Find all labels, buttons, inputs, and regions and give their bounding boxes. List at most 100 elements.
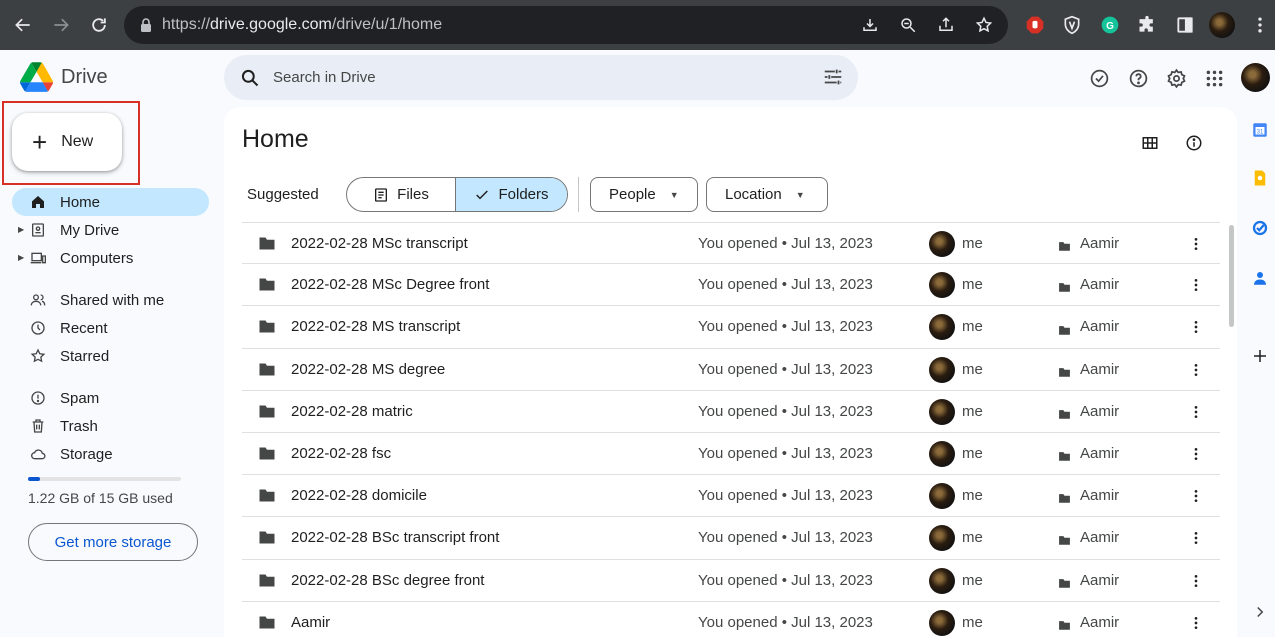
details-info-icon[interactable] — [1178, 127, 1210, 159]
table-row[interactable]: 2022-02-28 matric You opened • Jul 13, 20… — [242, 391, 1220, 433]
sidebar-item-computers[interactable]: ▶ Computers — [12, 244, 209, 272]
help-icon[interactable] — [1122, 62, 1154, 94]
location-name: Aamir — [1080, 445, 1120, 463]
contacts-app-icon[interactable] — [1244, 262, 1275, 294]
expand-panel-chevron-icon[interactable] — [1244, 596, 1275, 628]
offline-ready-icon[interactable] — [1083, 62, 1115, 94]
sidebar-item-shared-with-me[interactable]: Shared with me — [12, 286, 209, 314]
folder-icon — [258, 488, 276, 503]
people-filter-label: People — [609, 186, 656, 203]
folder-name: 2022-02-28 fsc — [291, 445, 392, 463]
location-name: Aamir — [1080, 402, 1120, 420]
svg-text:31: 31 — [1257, 129, 1264, 135]
location-filter-label: Location — [725, 186, 782, 203]
reload-icon[interactable] — [80, 0, 117, 50]
browser-menu-icon[interactable] — [1241, 0, 1275, 50]
grid-view-icon[interactable] — [1134, 127, 1166, 159]
share-icon[interactable] — [930, 9, 962, 41]
sidebar-item-trash[interactable]: Trash — [12, 412, 209, 440]
more-actions-icon[interactable] — [1186, 570, 1206, 592]
expand-caret-icon[interactable]: ▶ — [18, 253, 24, 262]
owner-name: me — [962, 529, 983, 547]
install-app-icon[interactable] — [854, 9, 886, 41]
folder-name: 2022-02-28 matric — [291, 402, 413, 420]
folder-name: 2022-02-28 MS transcript — [291, 318, 461, 336]
side-panel-icon[interactable] — [1166, 0, 1203, 50]
location-name: Aamir — [1080, 360, 1120, 378]
sidebar-item-spam[interactable]: Spam — [12, 384, 209, 412]
table-row[interactable]: 2022-02-28 MS degree You opened • Jul 13,… — [242, 349, 1220, 391]
extensions-puzzle-icon[interactable] — [1128, 0, 1165, 50]
table-row[interactable]: 2022-02-28 fsc You opened • Jul 13, 2023 m… — [242, 433, 1220, 476]
bookmark-star-icon[interactable] — [968, 9, 1000, 41]
people-filter-chip[interactable]: People ▼ — [590, 177, 698, 212]
table-row[interactable]: 2022-02-28 domicile You opened • Jul 13, … — [242, 475, 1220, 518]
zoom-icon[interactable] — [892, 9, 924, 41]
folders-toggle-button[interactable]: Folders — [456, 178, 567, 211]
address-bar[interactable]: https://drive.google.com/drive/u/1/home — [124, 6, 1008, 44]
location-name: Aamir — [1080, 318, 1120, 336]
more-actions-icon[interactable] — [1186, 274, 1206, 296]
activity-text: You opened • Jul 13, 2023 — [698, 487, 873, 505]
apps-grid-icon[interactable] — [1198, 62, 1230, 94]
more-actions-icon[interactable] — [1186, 233, 1206, 255]
more-actions-icon[interactable] — [1186, 485, 1206, 507]
more-actions-icon[interactable] — [1186, 359, 1206, 381]
expand-caret-icon[interactable]: ▶ — [18, 225, 24, 234]
files-toggle-button[interactable]: Files — [347, 178, 457, 211]
settings-gear-icon[interactable] — [1160, 62, 1192, 94]
grammarly-extension-icon[interactable]: G — [1091, 0, 1128, 50]
folder-list: 2022-02-28 MSc transcript You opened • Ju… — [242, 222, 1220, 637]
search-input[interactable] — [273, 69, 793, 86]
storage-usage-text: 1.22 GB of 15 GB used — [28, 490, 173, 506]
owner-avatar — [929, 356, 955, 383]
table-row[interactable]: 2022-02-28 MSc Degree front You opened • … — [242, 264, 1220, 307]
table-row[interactable]: Aamir You opened • Jul 13, 2023 me Aamir — [242, 602, 1220, 637]
get-addons-plus-icon[interactable] — [1244, 340, 1275, 372]
profile-avatar[interactable] — [1203, 0, 1240, 50]
keep-app-icon[interactable] — [1244, 162, 1275, 194]
table-row[interactable]: 2022-02-28 MSc transcript You opened • Ju… — [242, 222, 1220, 265]
more-actions-icon[interactable] — [1186, 443, 1206, 465]
ad-block-extension-icon[interactable] — [1016, 0, 1053, 50]
search-bar[interactable] — [224, 55, 858, 100]
search-icon[interactable] — [240, 68, 260, 88]
more-actions-icon[interactable] — [1186, 316, 1206, 338]
table-row[interactable]: 2022-02-28 BSc transcript front You opene… — [242, 517, 1220, 560]
drive-logo[interactable]: Drive — [20, 60, 108, 94]
folder-icon — [258, 277, 276, 292]
calendar-app-icon[interactable]: 31 — [1244, 114, 1275, 146]
sidebar-item-starred[interactable]: Starred — [12, 342, 209, 370]
location-folder-icon — [1058, 407, 1071, 419]
activity-text: You opened • Jul 13, 2023 — [698, 529, 873, 547]
table-row[interactable]: 2022-02-28 BSc degree front You opened • … — [242, 560, 1220, 602]
owner-name: me — [962, 318, 983, 336]
owner-avatar — [929, 609, 955, 636]
browser-toolbar: https://drive.google.com/drive/u/1/home … — [0, 0, 1275, 50]
more-actions-icon[interactable] — [1186, 401, 1206, 423]
more-actions-icon[interactable] — [1186, 612, 1206, 634]
sidebar-item-storage[interactable]: Storage — [12, 440, 209, 468]
sidebar-item-recent[interactable]: Recent — [12, 314, 209, 342]
shared-icon — [29, 291, 47, 309]
storage-usage-fill — [28, 477, 41, 481]
sidebar-item-my-drive[interactable]: ▶ My Drive — [12, 216, 209, 244]
search-options-icon[interactable] — [822, 66, 844, 88]
folder-icon — [258, 404, 276, 419]
sidebar-item-home[interactable]: Home — [12, 188, 209, 216]
shield-extension-icon[interactable] — [1053, 0, 1090, 50]
storage-usage-bar — [28, 477, 181, 481]
filter-divider — [578, 177, 579, 212]
folder-name: 2022-02-28 BSc degree front — [291, 571, 485, 589]
forward-icon[interactable] — [42, 0, 79, 50]
get-more-storage-button[interactable]: Get more storage — [28, 523, 198, 561]
account-avatar[interactable] — [1241, 63, 1270, 92]
files-folders-toggle: Files Folders — [346, 177, 568, 212]
table-row[interactable]: 2022-02-28 MS transcript You opened • Jul… — [242, 306, 1220, 349]
tasks-app-icon[interactable] — [1244, 212, 1275, 244]
activity-text: You opened • Jul 13, 2023 — [698, 234, 873, 252]
back-icon[interactable] — [4, 0, 41, 50]
list-scrollbar[interactable] — [1229, 225, 1234, 327]
more-actions-icon[interactable] — [1186, 527, 1206, 549]
location-filter-chip[interactable]: Location ▼ — [706, 177, 828, 212]
